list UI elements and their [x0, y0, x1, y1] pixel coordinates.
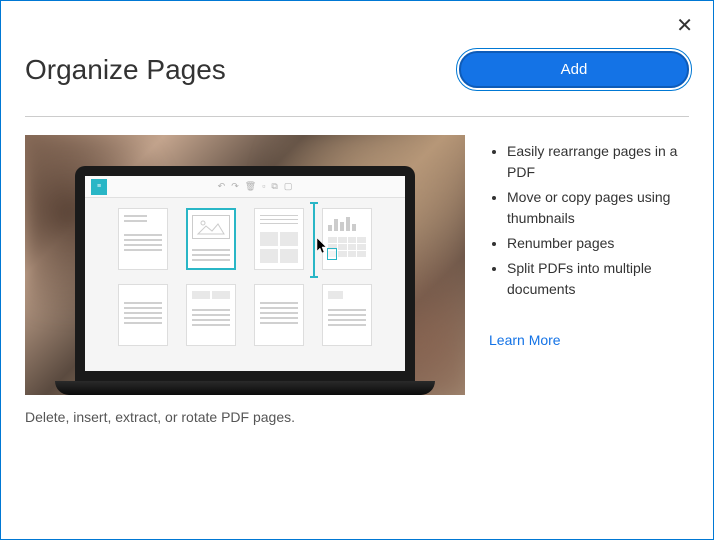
thumbnail-grid — [85, 198, 405, 356]
toolbar-icons: ↶ ↷ 🗑 ▫ ⧉ ▢ — [218, 181, 293, 192]
left-column: ≡ ↶ ↷ 🗑 ▫ ⧉ ▢ — [25, 135, 465, 425]
rotate-left-icon: ↶ — [218, 181, 226, 192]
feature-illustration: ≡ ↶ ↷ 🗑 ▫ ⧉ ▢ — [25, 135, 465, 395]
page-thumbnail — [254, 208, 304, 270]
page-thumbnail-selected — [186, 208, 236, 270]
header: Organize Pages Add — [25, 51, 689, 88]
page-title: Organize Pages — [25, 54, 226, 86]
page-thumbnail — [118, 208, 168, 270]
page-thumbnail — [254, 284, 304, 346]
extract-icon: ▢ — [284, 181, 293, 192]
feature-item: Renumber pages — [507, 233, 689, 254]
page-thumbnail — [186, 284, 236, 346]
rotate-right-icon: ↷ — [231, 181, 239, 192]
caption-text: Delete, insert, extract, or rotate PDF p… — [25, 409, 465, 425]
page-thumbnail — [118, 284, 168, 346]
cursor-icon — [317, 238, 331, 257]
feature-item: Move or copy pages using thumbnails — [507, 187, 689, 229]
dialog-container: Organize Pages Add ≡ ↶ ↷ 🗑 — [1, 1, 713, 449]
feature-item: Split PDFs into multiple documents — [507, 258, 689, 300]
image-icon — [192, 215, 230, 239]
laptop-graphic: ≡ ↶ ↷ 🗑 ▫ ⧉ ▢ — [55, 166, 435, 395]
page-icon: ▫ — [262, 181, 265, 192]
app-badge-icon: ≡ — [91, 179, 107, 195]
laptop-screen: ≡ ↶ ↷ 🗑 ▫ ⧉ ▢ — [85, 176, 405, 371]
close-button[interactable]: ✕ — [668, 9, 701, 42]
copy-icon: ⧉ — [271, 181, 277, 192]
laptop-frame: ≡ ↶ ↷ 🗑 ▫ ⧉ ▢ — [75, 166, 415, 381]
page-thumbnail — [322, 284, 372, 346]
feature-item: Easily rearrange pages in a PDF — [507, 141, 689, 183]
right-column: Easily rearrange pages in a PDF Move or … — [489, 135, 689, 425]
app-toolbar: ≡ ↶ ↷ 🗑 ▫ ⧉ ▢ — [85, 176, 405, 198]
add-button[interactable]: Add — [459, 51, 689, 88]
drop-indicator — [313, 202, 315, 278]
laptop-base — [55, 381, 435, 395]
content-row: ≡ ↶ ↷ 🗑 ▫ ⧉ ▢ — [25, 135, 689, 425]
learn-more-link[interactable]: Learn More — [489, 332, 561, 348]
divider — [25, 116, 689, 117]
trash-icon: 🗑 — [245, 181, 256, 192]
feature-list: Easily rearrange pages in a PDF Move or … — [489, 141, 689, 300]
